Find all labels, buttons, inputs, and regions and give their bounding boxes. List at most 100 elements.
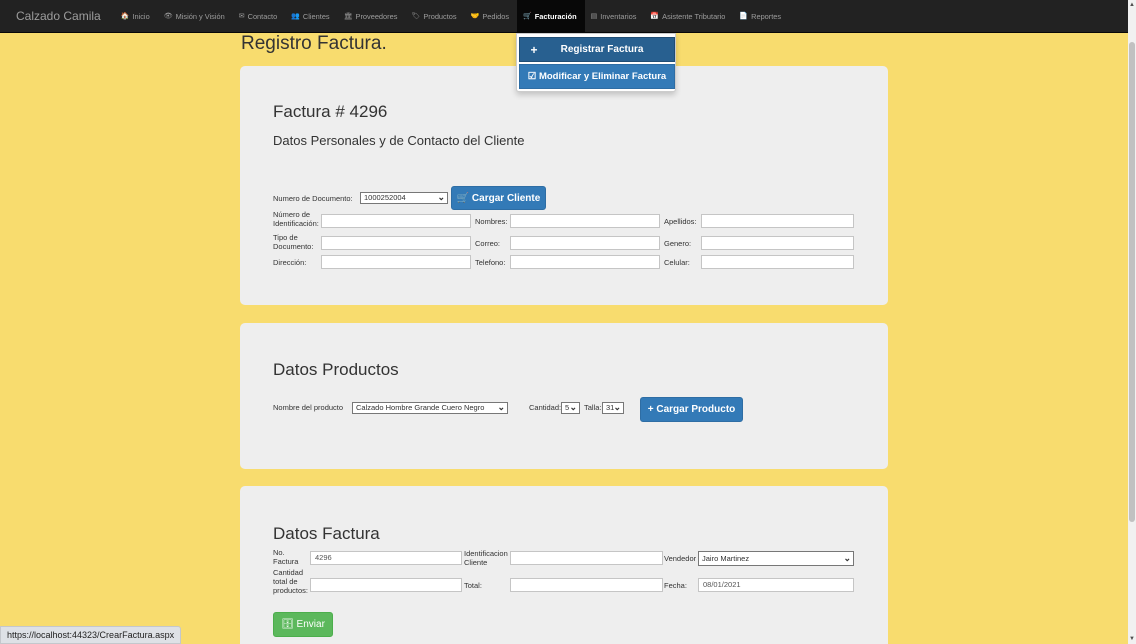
address-label: Dirección:: [273, 258, 307, 267]
surnames-label: Apellidos:: [664, 217, 697, 226]
navbar-brand[interactable]: Calzado Camila: [0, 9, 115, 23]
status-bar-url: https://localhost:44323/CrearFactura.asp…: [0, 626, 182, 644]
invoice-heading: Datos Factura: [273, 524, 380, 543]
date-label: Fecha:: [664, 581, 687, 590]
nav-item-proveedores[interactable]: 🏛 Proveedores: [338, 0, 406, 33]
mobile-field[interactable]: [701, 255, 854, 269]
modify-delete-invoice-button[interactable]: ☑ Modificar y Eliminar Factura: [519, 64, 675, 89]
seller-value: Jairo Martinez: [702, 554, 750, 563]
envelope-icon: ✉: [238, 13, 245, 20]
document-number-value: 1000252004: [364, 193, 406, 202]
chevron-down-icon: ⌄: [843, 553, 851, 563]
nav-label: Productos: [423, 11, 457, 21]
chevron-down-icon: ⌄: [569, 402, 577, 412]
eye-icon: 👁: [163, 13, 173, 20]
address-field[interactable]: [321, 255, 471, 269]
bank-icon: 🏛: [343, 13, 353, 20]
document-type-field[interactable]: [321, 236, 471, 250]
names-field[interactable]: [510, 214, 660, 228]
handshake-icon: 🤝: [470, 13, 480, 20]
quantity-label: Cantidad:: [529, 403, 562, 412]
nav-item-asistente-tributario[interactable]: 📅 Asistente Tributario: [644, 0, 733, 33]
phone-field[interactable]: [510, 255, 660, 269]
email-field[interactable]: [510, 236, 660, 250]
send-button[interactable]: 🗄 Enviar: [273, 612, 333, 637]
invoice-panel: Datos Factura No. Factura 4296 Identific…: [240, 486, 888, 644]
nav-label: Asistente Tributario: [662, 11, 726, 21]
nav-item-contacto[interactable]: ✉ Contacto: [233, 0, 285, 33]
document-type-label: Tipo de Documento:: [273, 233, 314, 251]
navbar: Calzado Camila 🏠 Inicio 👁 Misión y Visión …: [0, 0, 1128, 33]
mobile-label: Celular:: [664, 258, 690, 267]
invoice-number-label: No. Factura: [273, 548, 299, 566]
scroll-up-arrow-icon[interactable]: ▲: [1128, 0, 1136, 10]
nav-label: Inventarios: [600, 11, 637, 21]
inventory-icon: ▤: [590, 13, 598, 20]
identification-field[interactable]: [321, 214, 471, 228]
names-label: Nombres:: [475, 217, 508, 226]
nav-label: Inicio: [132, 11, 150, 21]
chevron-down-icon: ⌄: [437, 192, 445, 202]
nav-label: Misión y Visión: [175, 11, 225, 21]
register-invoice-button[interactable]: + Registrar Factura: [519, 37, 675, 62]
nav-label: Reportes: [751, 11, 782, 21]
total-products-field[interactable]: [310, 578, 462, 592]
document-number-label: Numero de Documento:: [273, 194, 353, 203]
invoice-number-field[interactable]: 4296: [310, 551, 462, 565]
nav-item-inicio[interactable]: 🏠 Inicio: [115, 0, 158, 33]
file-icon: 📄: [739, 13, 749, 20]
client-id-label: Identificacion Cliente: [464, 549, 508, 567]
client-section-subheading: Datos Personales y de Contacto del Clien…: [273, 133, 525, 148]
nav-label: Facturación: [534, 11, 577, 21]
total-field[interactable]: [510, 578, 663, 592]
chevron-down-icon: ⌄: [613, 402, 621, 412]
scroll-down-arrow-icon[interactable]: ▼: [1128, 634, 1136, 644]
cart-icon: 🛒: [523, 13, 532, 20]
product-name-select[interactable]: Calzado Hombre Grande Cuero Negro ⌄: [352, 402, 508, 414]
total-label: Total:: [464, 581, 482, 590]
navbar-menu: 🏠 Inicio 👁 Misión y Visión ✉ Contacto 👥 Clie…: [115, 0, 789, 33]
vertical-scrollbar[interactable]: ▲ ▼: [1128, 0, 1136, 644]
gender-label: Genero:: [664, 239, 692, 248]
register-invoice-label: Registrar Factura: [560, 44, 644, 55]
nav-item-pedidos[interactable]: 🤝 Pedidos: [465, 0, 517, 33]
phone-label: Telefono:: [475, 258, 506, 267]
date-field[interactable]: 08/01/2021: [698, 578, 854, 592]
size-select[interactable]: 31 ⌄: [602, 402, 624, 414]
surnames-field[interactable]: [701, 214, 854, 228]
size-label: Talla:: [584, 403, 602, 412]
nav-item-mision-vision[interactable]: 👁 Misión y Visión: [158, 0, 233, 33]
nav-label: Proveedores: [355, 11, 398, 21]
tags-icon: 🏷: [411, 13, 421, 20]
users-icon: 👥: [291, 13, 300, 20]
calendar-icon: 📅: [650, 13, 660, 20]
product-name-label: Nombre del producto: [273, 403, 344, 412]
document-number-select[interactable]: 1000252004 ⌄: [360, 192, 448, 204]
total-products-label: Cantidad total de productos:: [273, 568, 309, 595]
products-panel: Datos Productos Nombre del producto Calz…: [240, 323, 888, 469]
quantity-select[interactable]: 5 ⌄: [561, 402, 580, 414]
invoice-number-heading: Factura # 4296: [273, 102, 388, 121]
load-client-button[interactable]: 🛒 Cargar Cliente: [451, 186, 546, 210]
load-product-button[interactable]: + Cargar Producto: [640, 397, 743, 422]
nav-item-clientes[interactable]: 👥 Clientes: [285, 0, 337, 33]
nav-item-inventarios[interactable]: ▤ Inventarios: [585, 0, 645, 33]
nav-item-productos[interactable]: 🏷 Productos: [405, 0, 464, 33]
plus-icon: +: [530, 42, 538, 57]
chevron-down-icon: ⌄: [497, 402, 505, 412]
scroll-thumb[interactable]: [1129, 42, 1135, 522]
identification-label: Número de Identificación:: [273, 210, 319, 228]
gender-field[interactable]: [701, 236, 854, 250]
client-panel: Factura # 4296 Datos Personales y de Con…: [240, 66, 888, 305]
product-name-value: Calzado Hombre Grande Cuero Negro: [356, 403, 485, 412]
nav-label: Contacto: [247, 11, 278, 21]
seller-select[interactable]: Jairo Martinez ⌄: [698, 551, 854, 566]
client-id-field[interactable]: [510, 551, 663, 565]
nav-label: Clientes: [302, 11, 330, 21]
nav-item-facturacion[interactable]: 🛒 Facturación: [517, 0, 585, 33]
seller-label: Vendedor: [664, 554, 697, 563]
nav-item-reportes[interactable]: 📄 Reportes: [733, 0, 789, 33]
email-label: Correo:: [475, 239, 501, 248]
products-heading: Datos Productos: [273, 360, 399, 379]
nav-label: Pedidos: [482, 11, 510, 21]
